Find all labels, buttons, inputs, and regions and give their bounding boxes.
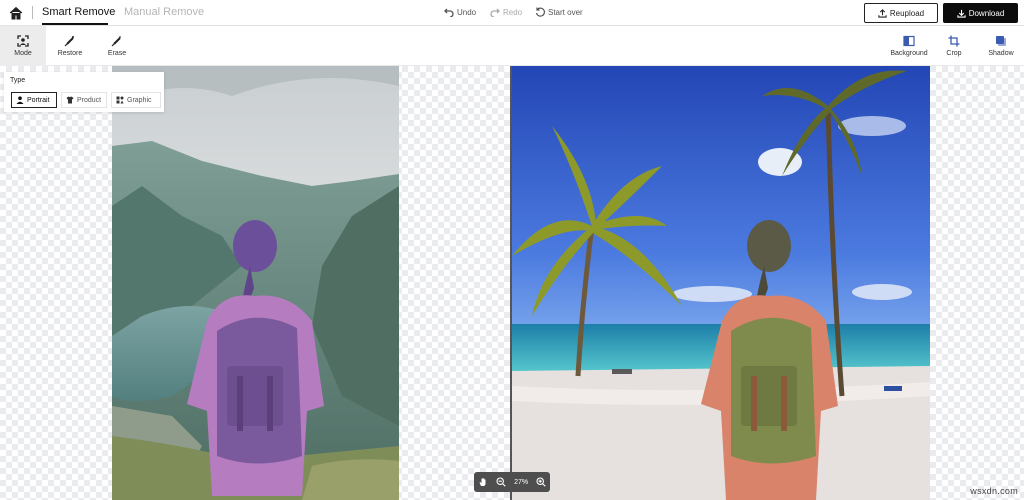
editor-canvas[interactable]: Type Portrait Product Graphic 27% wsxdn.… [0, 66, 1024, 500]
redo-label: Redo [503, 7, 523, 17]
undo-icon [444, 8, 454, 17]
mode-button[interactable]: Mode [0, 26, 46, 66]
zoom-level: 27% [514, 478, 529, 486]
crop-label: Crop [946, 50, 962, 57]
toolbar: Mode Restore Erase Background Crop Shado… [0, 26, 1024, 66]
top-bar: Smart Remove Manual Remove Undo Redo Sta… [0, 0, 1024, 26]
watermark: wsxdn.com [970, 486, 1018, 496]
reupload-button[interactable]: Reupload [864, 3, 938, 23]
background-icon [903, 35, 915, 47]
download-button[interactable]: Download [943, 3, 1018, 23]
type-portrait-label: Portrait [27, 96, 50, 104]
background-label: Background [890, 50, 928, 57]
shirt-icon [66, 96, 74, 104]
type-graphic-button[interactable]: Graphic [111, 92, 161, 108]
download-label: Download [968, 8, 1005, 18]
shadow-icon [996, 36, 1006, 46]
type-portrait-button[interactable]: Portrait [11, 92, 57, 108]
type-product-button[interactable]: Product [61, 92, 107, 108]
type-product-label: Product [77, 96, 102, 104]
mode-label: Mode [14, 50, 32, 57]
type-graphic-label: Graphic [127, 96, 152, 104]
restore-brush-icon [64, 36, 74, 47]
restore-button[interactable]: Restore [50, 26, 90, 66]
type-panel: Type Portrait Product Graphic [4, 72, 164, 112]
erase-label: Erase [107, 50, 127, 57]
shadow-button[interactable]: Shadow [984, 26, 1018, 66]
crop-button[interactable]: Crop [938, 26, 970, 66]
download-icon [957, 9, 966, 18]
portrait-frame-icon [17, 35, 29, 47]
divider [32, 6, 33, 19]
start-over-icon [535, 7, 545, 17]
start-over-button[interactable]: Start over [535, 7, 583, 17]
result-image [512, 66, 930, 500]
redo-icon [490, 8, 500, 17]
zoom-in-icon[interactable] [535, 477, 546, 488]
pan-hand-icon[interactable] [478, 477, 489, 488]
original-image [112, 66, 399, 500]
crop-icon [948, 35, 960, 47]
upload-icon [878, 8, 887, 18]
type-panel-title: Type [10, 77, 26, 84]
restore-label: Restore [57, 50, 83, 57]
tab-smart-remove[interactable]: Smart Remove [42, 6, 115, 18]
shapes-icon [116, 96, 124, 104]
erase-button[interactable]: Erase [98, 26, 136, 66]
shadow-label: Shadow [988, 50, 1014, 57]
erase-brush-icon [111, 36, 121, 47]
undo-label: Undo [457, 7, 477, 17]
zoom-controls: 27% [474, 472, 550, 492]
active-tab-indicator [42, 23, 108, 25]
zoom-out-icon[interactable] [496, 477, 507, 488]
home-icon[interactable] [8, 5, 24, 21]
redo-button[interactable]: Redo [490, 7, 522, 17]
undo-button[interactable]: Undo [444, 7, 476, 17]
background-button[interactable]: Background [886, 26, 932, 66]
reupload-label: Reupload [889, 8, 925, 18]
tab-manual-remove[interactable]: Manual Remove [124, 6, 204, 18]
start-over-label: Start over [548, 7, 583, 17]
person-icon [16, 96, 24, 104]
